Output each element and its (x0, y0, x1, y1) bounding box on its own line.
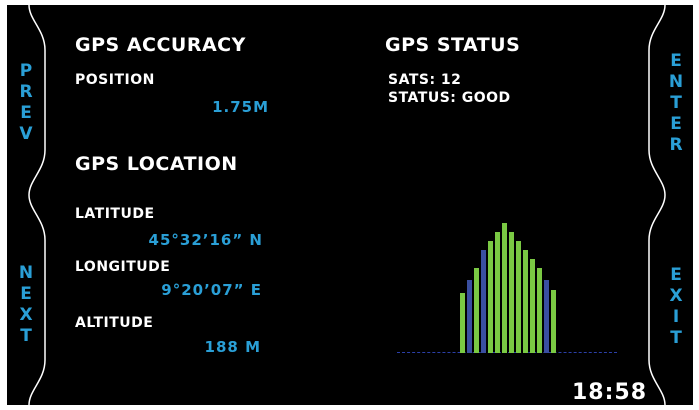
exit-button[interactable]: EXIT (662, 265, 690, 349)
nav-letter: R (669, 135, 683, 155)
nav-letter: V (19, 124, 33, 144)
longitude-value: 9°20’07” E (161, 281, 262, 299)
signal-bar (509, 232, 514, 353)
nav-letter: X (669, 286, 683, 306)
signal-bar (502, 223, 507, 353)
nav-letter: I (672, 307, 680, 327)
nav-letter: N (668, 72, 684, 92)
nav-letter: E (670, 114, 682, 134)
prev-button[interactable]: PREV (12, 61, 40, 145)
chart-baseline (397, 352, 617, 353)
signal-bar (523, 250, 528, 353)
signal-bar (467, 280, 472, 353)
signal-bar (516, 241, 521, 353)
nav-letter: E (670, 51, 682, 71)
latitude-label: LATITUDE (75, 206, 155, 222)
nav-letter: P (19, 61, 33, 81)
satellite-signal-chart (397, 205, 617, 355)
latitude-value: 45°32’16” N (148, 231, 263, 249)
enter-button[interactable]: ENTER (662, 51, 690, 156)
signal-bar (474, 268, 479, 353)
gps-status-title: GPS STATUS (385, 34, 521, 56)
signal-bar (460, 293, 465, 353)
nav-letter: N (18, 263, 34, 283)
nav-letter: X (19, 305, 33, 325)
clock: 18:58 (572, 380, 648, 405)
gps-accuracy-title: GPS ACCURACY (75, 34, 246, 56)
nav-letter: T (670, 93, 682, 113)
nav-letter: E (20, 284, 32, 304)
nav-letter: T (20, 326, 32, 346)
gps-location-title: GPS LOCATION (75, 153, 238, 175)
nav-letter: T (670, 328, 682, 348)
nav-letter: R (19, 82, 33, 102)
signal-bar (537, 268, 542, 353)
signal-bar (481, 250, 486, 353)
longitude-label: LONGITUDE (75, 259, 171, 275)
signal-bar (495, 232, 500, 353)
signal-bar (488, 241, 493, 353)
signal-bar (544, 280, 549, 353)
nav-letter: E (670, 265, 682, 285)
status-text: STATUS: GOOD (388, 90, 511, 106)
altitude-label: ALTITUDE (75, 315, 154, 331)
nav-letter: E (20, 103, 32, 123)
signal-bar (530, 259, 535, 353)
sats-count: SATS: 12 (388, 72, 462, 88)
position-value: 1.75M (212, 98, 269, 116)
device-screen: PREV NEXT ENTER EXIT GPS ACCURACY POSITI… (7, 5, 693, 405)
next-button[interactable]: NEXT (12, 263, 40, 347)
signal-bar (551, 290, 556, 353)
position-label: POSITION (75, 72, 155, 88)
altitude-value: 188 M (204, 338, 261, 356)
